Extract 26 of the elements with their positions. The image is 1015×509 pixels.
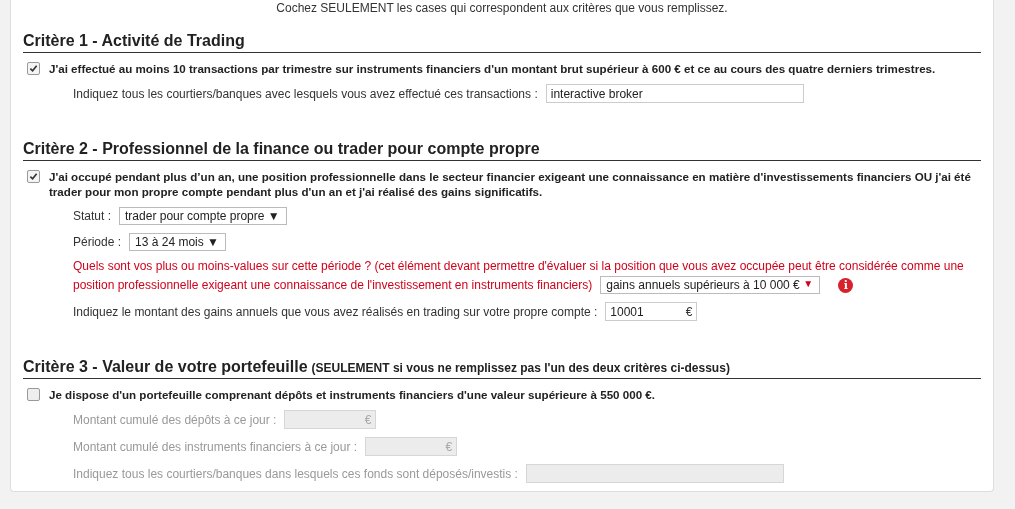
question-text: position professionnelle exigeant une connaissance de l'investissement en instruments financiers) — [73, 278, 593, 292]
checkbox[interactable] — [27, 170, 40, 183]
input-field[interactable]: interactive broker — [545, 84, 804, 103]
dropdown[interactable]: trader pour compte propre ▼ — [119, 207, 287, 225]
section-title: Critère 3 - Valeur de votre portefeuille — [23, 358, 308, 375]
checkbox[interactable] — [27, 62, 40, 75]
field-label: Montant cumulé des instruments financiers à ce jour : — [73, 439, 358, 454]
checkbox-label: J'ai effectué au moins 10 transactions par trimestre sur instruments financiers d'un montant brut supérieur à 600 € et ce au cours des quatre derniers trimestres. — [49, 61, 936, 76]
field-label: Statut : — [73, 209, 112, 223]
dropdown[interactable]: 13 à 24 mois ▼ — [129, 233, 226, 251]
checkbox-label: J'ai occupé pendant plus d’un an, une position professionnelle dans le secteur financier exigeant une connaissance en matière d'investissements financiers OU j'ai été trader pour mon propre compte pendant plus d'un an et j'ai réalisé des gains significatifs. — [49, 169, 972, 199]
dropdown[interactable]: gains annuels supérieurs à 10 000 € ▼ — [600, 276, 821, 294]
field-label: Indiquez tous les courtiers/banques avec lesquels vous avez effectué ces transactions : — [73, 86, 538, 101]
field-label: Période : — [73, 235, 122, 249]
instruction-text: Cochez SEULEMENT les cases qui correspondent aux critères que vous remplissez. — [275, 0, 729, 17]
amount-field[interactable]: 10001 € — [605, 302, 698, 321]
checkbox-label: Je dispose d'un portefeuille comprenant dépôts et instruments financiers d'une valeur supérieure à 550 000 €. — [49, 387, 655, 402]
section-title: Critère 1 - Activité de Trading — [23, 32, 245, 49]
field-label: Indiquez tous les courtiers/banques dans lesquels ces fonds sont déposés/investis : — [73, 466, 518, 481]
field-label: Indiquez le montant des gains annuels que vous avez réalisés en trading sur votre propre compte : — [73, 304, 598, 319]
question-text: Quels sont vos plus ou moins-values sur cette période ? (cet élément devant permettre d'évaluer si la position que vous avez occupée peut être considérée comme une — [73, 259, 965, 273]
section-title: Critère 2 - Professionnel de la finance ou trader pour compte propre — [23, 140, 540, 157]
section-note: (SEULEMENT si vous ne remplissez pas l'un des deux critères ci-dessus) — [311, 361, 730, 375]
checkbox[interactable] — [27, 388, 40, 401]
info-icon: i — [838, 277, 854, 293]
field-label: Montant cumulé des dépôts à ce jour : — [73, 412, 277, 427]
